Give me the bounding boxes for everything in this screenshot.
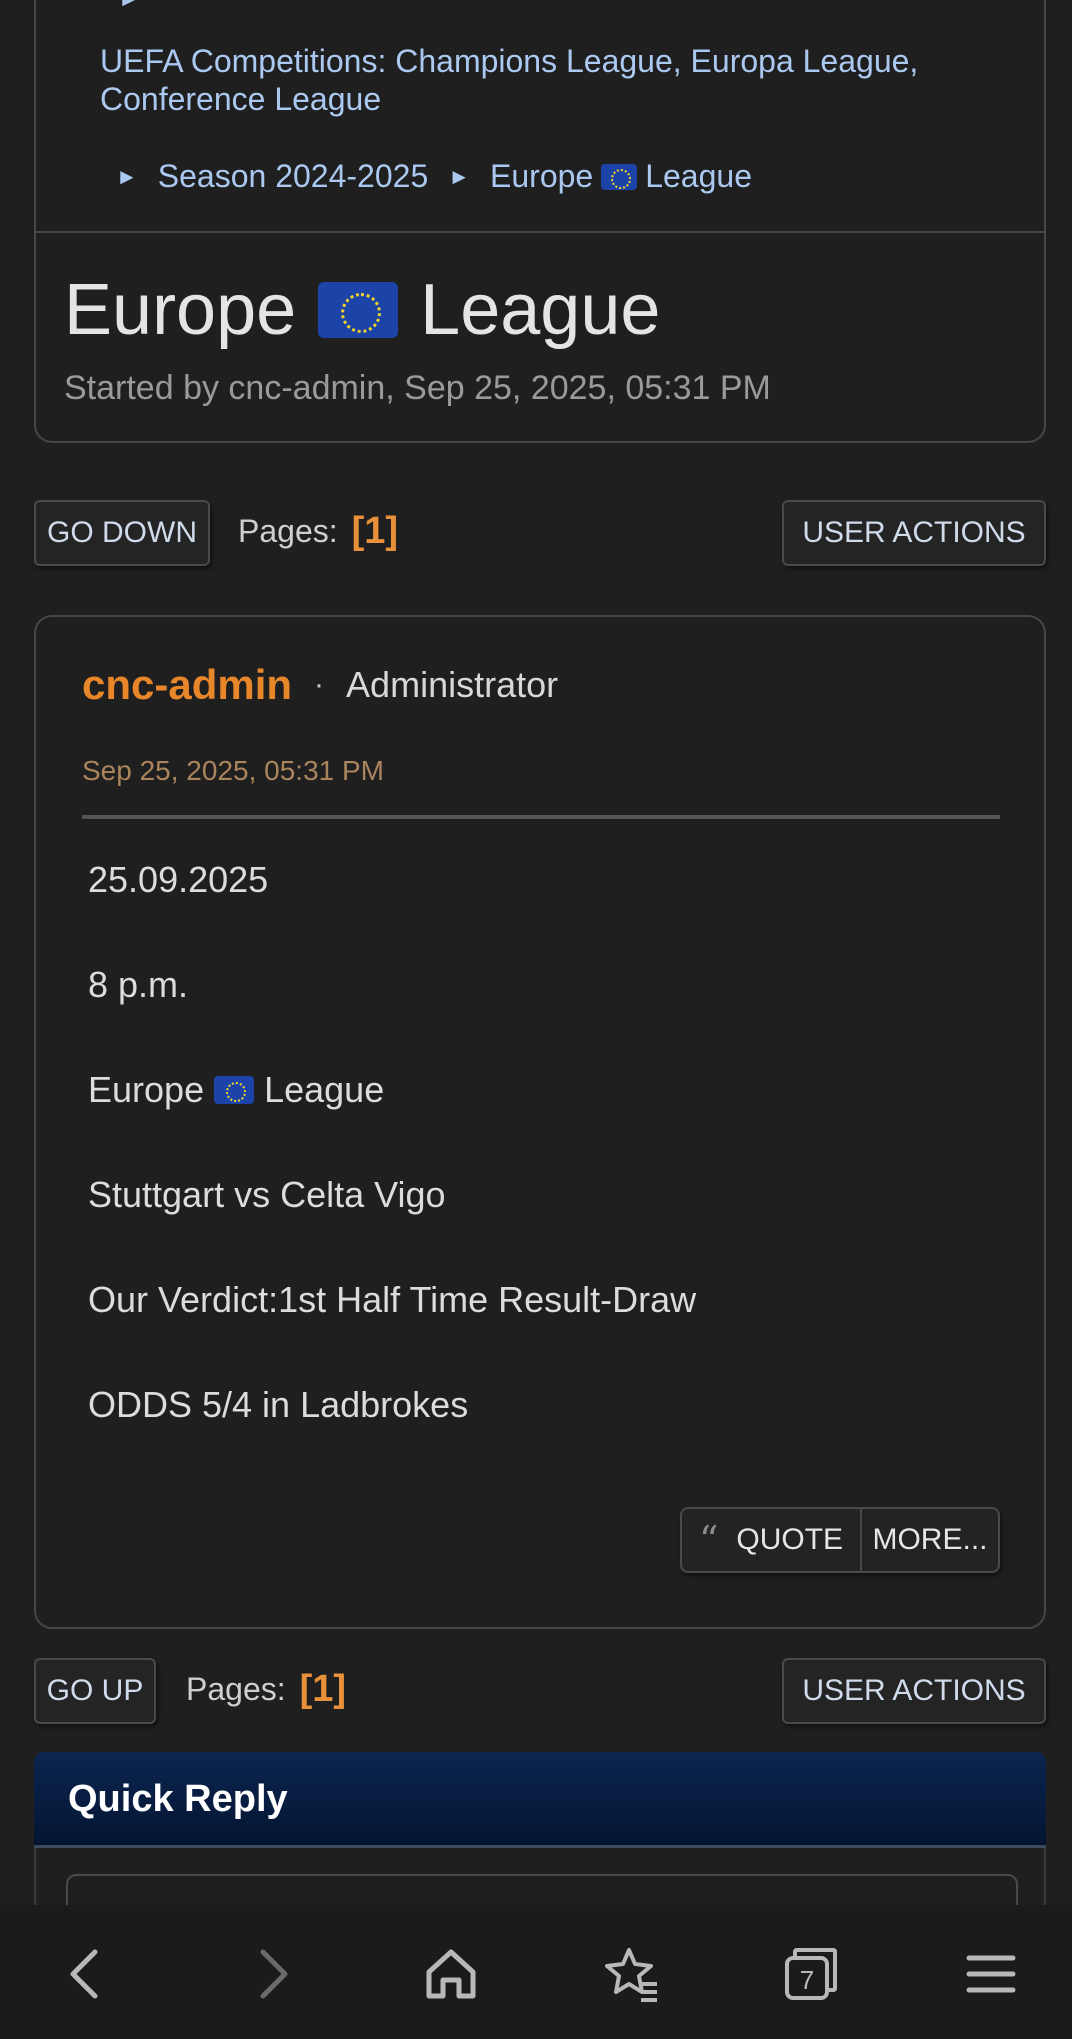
breadcrumb-link-season[interactable]: Season 2024-2025 <box>158 158 428 195</box>
quick-reply-body <box>34 1848 1046 1905</box>
breadcrumb-row: ► Season 2024-2025 ► Europe League <box>116 158 772 195</box>
post-line-match: Stuttgart vs Celta Vigo <box>88 1174 446 1215</box>
eu-flag-icon <box>318 282 399 338</box>
breadcrumb-label-after-flag: League <box>645 158 752 194</box>
user-actions-button[interactable]: USER ACTIONS <box>782 500 1046 566</box>
go-up-button[interactable]: GO UP <box>34 1658 156 1724</box>
forward-icon[interactable] <box>236 1939 306 2009</box>
eu-flag-icon <box>214 1076 255 1104</box>
post-actions: “ QUOTE MORE... <box>680 1507 1000 1573</box>
quick-reply-title: Quick Reply <box>68 1778 288 1820</box>
breadcrumb-arrow-icon: ► <box>118 0 140 12</box>
post-author: cnc-admin · Administrator <box>82 661 558 709</box>
breadcrumb-arrow-icon: ► <box>448 163 471 189</box>
league-after-flag: League <box>264 1069 385 1110</box>
breadcrumb: ► UEFA Competitions: Champions League, E… <box>34 0 1046 233</box>
breadcrumb-link-uefa-competitions[interactable]: UEFA Competitions: Champions League, Eur… <box>100 42 1000 118</box>
post-date[interactable]: Sep 25, 2025, 05:31 PM <box>82 755 384 787</box>
page-title: Europe League <box>64 269 660 351</box>
bookmarks-icon[interactable] <box>596 1939 666 2009</box>
topic-header: Europe League Started by cnc-admin, Sep … <box>34 233 1046 443</box>
tabs-icon[interactable]: 7 <box>776 1939 846 2009</box>
menu-icon[interactable] <box>956 1939 1026 2009</box>
browser-toolbar: 7 <box>0 1905 1072 2039</box>
topic-meta: Started by cnc-admin, Sep 25, 2025, 05:3… <box>64 369 771 407</box>
page-link-1[interactable]: [1] <box>300 1668 346 1711</box>
post-line-odds: ODDS 5/4 in Ladbrokes <box>88 1384 469 1425</box>
post-divider <box>82 815 1000 819</box>
quote-button[interactable]: “ QUOTE <box>680 1507 862 1573</box>
more-button[interactable]: MORE... <box>862 1507 1000 1573</box>
author-name[interactable]: cnc-admin <box>82 661 292 709</box>
post-card: cnc-admin · Administrator Sep 25, 2025, … <box>34 615 1046 1629</box>
pagination: Pages: [1] <box>238 510 398 553</box>
breadcrumb-arrow-icon: ► <box>116 163 138 189</box>
forum-page: ► UEFA Competitions: Champions League, E… <box>0 0 1072 1905</box>
quick-reply-header: Quick Reply <box>34 1752 1046 1848</box>
post-line-league: Europe League <box>88 1069 384 1111</box>
top-pagination-bar: GO DOWN Pages: [1] USER ACTIONS <box>34 500 1046 566</box>
page-link-1[interactable]: [1] <box>352 510 398 553</box>
quote-label: QUOTE <box>736 1523 844 1556</box>
author-separator: · <box>314 668 325 701</box>
breadcrumb-label-before-flag: Europe <box>490 158 594 194</box>
quick-reply-input[interactable] <box>66 1874 1018 1905</box>
user-actions-button[interactable]: USER ACTIONS <box>782 1658 1046 1724</box>
pagination: Pages: [1] <box>186 1668 346 1711</box>
title-after-flag: League <box>420 270 661 350</box>
quote-icon: “ <box>698 1518 719 1562</box>
pages-label: Pages: <box>186 1671 286 1707</box>
eu-flag-icon <box>601 163 638 190</box>
back-icon[interactable] <box>52 1939 122 2009</box>
breadcrumb-link-europe-league[interactable]: Europe League <box>490 158 752 195</box>
post-line-verdict: Our Verdict:1st Half Time Result-Draw <box>88 1279 697 1320</box>
league-before-flag: Europe <box>88 1069 205 1110</box>
home-icon[interactable] <box>416 1939 486 2009</box>
title-before-flag: Europe <box>64 270 297 350</box>
bottom-pagination-bar: GO UP Pages: [1] USER ACTIONS <box>34 1658 1046 1724</box>
pages-label: Pages: <box>238 513 338 549</box>
tab-count: 7 <box>800 1965 814 1995</box>
go-down-button[interactable]: GO DOWN <box>34 500 210 566</box>
author-role: Administrator <box>346 664 559 705</box>
post-line-time: 8 p.m. <box>88 964 189 1005</box>
post-line-date: 25.09.2025 <box>88 859 269 900</box>
